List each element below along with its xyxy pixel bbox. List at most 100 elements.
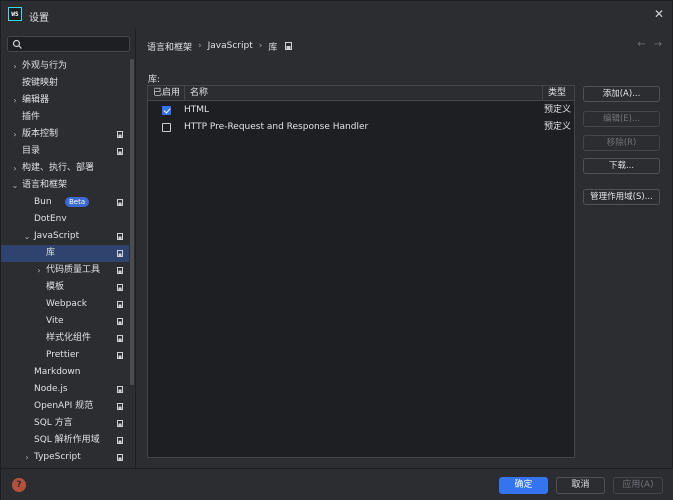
project-scope-icon	[117, 301, 123, 308]
sidebar-item[interactable]: 样式化组件	[1, 330, 129, 347]
app-icon-text: WS	[11, 10, 19, 18]
project-scope-icon	[117, 233, 123, 240]
sidebar-item-label: 库	[46, 248, 56, 258]
project-scope-icon	[117, 148, 123, 155]
project-scope-icon	[117, 454, 123, 461]
project-scope-icon	[117, 199, 123, 206]
breadcrumb-item-javascript[interactable]: JavaScript	[208, 41, 253, 51]
column-header-name[interactable]: 名称	[184, 86, 544, 101]
back-arrow-icon[interactable]: ←	[637, 39, 645, 50]
sidebar-item-label: Node.js	[34, 384, 68, 394]
remove-library-button[interactable]: 移除(R)	[583, 135, 660, 151]
sidebar-item[interactable]: 库	[1, 245, 129, 262]
breadcrumb: 语言和框架 › JavaScript › 库	[147, 40, 293, 53]
sidebar-item[interactable]: 目录	[1, 143, 129, 160]
project-scope-icon	[117, 335, 123, 342]
sidebar-item[interactable]: Vite	[1, 313, 129, 330]
add-library-button[interactable]: 添加(A)...	[583, 86, 660, 102]
project-scope-icon	[117, 437, 123, 444]
library-type: 预定义	[544, 122, 572, 132]
manage-scopes-button[interactable]: 管理作用域(S)...	[583, 189, 660, 205]
sidebar-item-label: Vite	[46, 316, 64, 326]
column-header-enabled[interactable]: 已启用	[148, 86, 184, 101]
project-scope-icon	[117, 267, 123, 274]
sidebar-scrollbar[interactable]	[130, 59, 134, 385]
library-name: HTTP Pre-Request and Response Handler	[184, 122, 369, 132]
column-header-type[interactable]: 类型	[542, 86, 574, 101]
settings-search-box[interactable]	[7, 36, 130, 52]
sidebar-item[interactable]: › 编辑器	[1, 92, 129, 109]
chevron-down-icon[interactable]: ⌄	[23, 228, 31, 245]
sidebar-item-label: 插件	[22, 112, 41, 122]
chevron-right-icon[interactable]: ›	[11, 126, 19, 143]
sidebar-item-label: 代码质量工具	[46, 265, 101, 275]
sidebar-item[interactable]: Bun Beta	[1, 194, 129, 211]
search-icon	[12, 39, 22, 49]
sidebar-item-label: Prettier	[46, 350, 80, 360]
library-enabled-checkbox[interactable]	[162, 123, 171, 132]
sidebar-item[interactable]: 插件	[1, 109, 129, 126]
sidebar-item[interactable]: DotEnv	[1, 211, 129, 228]
sidebar-item[interactable]: 模板	[1, 279, 129, 296]
sidebar-item[interactable]: SQL 方言	[1, 415, 129, 432]
breadcrumb-item-libraries: 库	[268, 42, 278, 53]
sidebar-item-label: 构建、执行、部署	[22, 163, 95, 173]
search-input[interactable]	[26, 38, 126, 50]
breadcrumb-separator: ›	[258, 41, 263, 51]
sidebar-item[interactable]: › TypeScript	[1, 449, 129, 466]
close-button[interactable]: ✕	[652, 7, 666, 21]
settings-sidebar: › 外观与行为 按键映射 › 编辑器 插件 › 版本控制 目录 › 构建、执行、部署 ⌄ 语言和框架 Bu…	[1, 29, 136, 468]
table-row[interactable]: HTTP Pre-Request and Response Handler 预定…	[148, 119, 574, 136]
help-icon[interactable]: ?	[12, 478, 26, 492]
sidebar-item[interactable]: SQL 解析作用域	[1, 432, 129, 449]
edit-library-button[interactable]: 编辑(E)...	[583, 111, 660, 127]
sidebar-item-label: JavaScript	[34, 231, 80, 241]
library-name: HTML	[184, 105, 210, 115]
sidebar-item-label: SQL 解析作用域	[34, 435, 100, 445]
sidebar-item[interactable]: › 代码质量工具	[1, 262, 129, 279]
cancel-button[interactable]: 取消	[556, 477, 605, 494]
apply-button[interactable]: 应用(A)	[613, 477, 663, 494]
chevron-right-icon[interactable]: ›	[11, 160, 19, 177]
sidebar-item-label: 版本控制	[22, 129, 59, 139]
beta-badge: Beta	[65, 197, 90, 207]
table-row[interactable]: HTML 预定义	[148, 102, 574, 119]
breadcrumb-item-languages[interactable]: 语言和框架	[147, 40, 192, 53]
webstorm-logo-icon: WS	[8, 7, 22, 21]
library-enabled-checkbox[interactable]	[162, 106, 171, 115]
sidebar-item-label: 语言和框架	[22, 180, 68, 190]
sidebar-item[interactable]: Markdown	[1, 364, 129, 381]
table-header: 已启用 名称 类型	[148, 86, 574, 101]
sidebar-item-label: 模板	[46, 282, 65, 292]
sidebar-item-label: 按键映射	[22, 78, 59, 88]
chevron-right-icon[interactable]: ›	[23, 449, 31, 466]
sidebar-item[interactable]: ⌄ JavaScript	[1, 228, 129, 245]
sidebar-item-label: 目录	[22, 146, 41, 156]
project-scope-icon	[117, 131, 123, 138]
forward-arrow-icon[interactable]: →	[654, 39, 662, 50]
project-scope-icon	[117, 318, 123, 325]
chevron-right-icon[interactable]: ›	[11, 58, 19, 75]
chevron-right-icon[interactable]: ›	[11, 92, 19, 109]
sidebar-item[interactable]: ⌄ 语言和框架	[1, 177, 129, 194]
sidebar-item-label: TypeScript	[34, 452, 81, 462]
sidebar-item[interactable]: › 构建、执行、部署	[1, 160, 129, 177]
download-library-button[interactable]: 下载...	[583, 158, 660, 174]
sidebar-item-label: 编辑器	[22, 95, 50, 105]
sidebar-item-label: 样式化组件	[46, 333, 92, 343]
sidebar-item[interactable]: 按键映射	[1, 75, 129, 92]
sidebar-item[interactable]: Webpack	[1, 296, 129, 313]
project-scope-icon	[117, 250, 123, 257]
ok-button[interactable]: 确定	[499, 477, 548, 494]
sidebar-item[interactable]: Node.js	[1, 381, 129, 398]
chevron-right-icon[interactable]: ›	[35, 262, 43, 279]
sidebar-item[interactable]: › 外观与行为	[1, 58, 129, 75]
sidebar-item[interactable]: OpenAPI 规范	[1, 398, 129, 415]
sidebar-item[interactable]: › 版本控制	[1, 126, 129, 143]
chevron-down-icon[interactable]: ⌄	[11, 177, 19, 194]
project-scope-icon	[117, 386, 123, 393]
project-scope-icon	[117, 352, 123, 359]
project-scope-icon	[117, 403, 123, 410]
sidebar-item[interactable]: Prettier	[1, 347, 129, 364]
sidebar-item-label: DotEnv	[34, 214, 67, 224]
